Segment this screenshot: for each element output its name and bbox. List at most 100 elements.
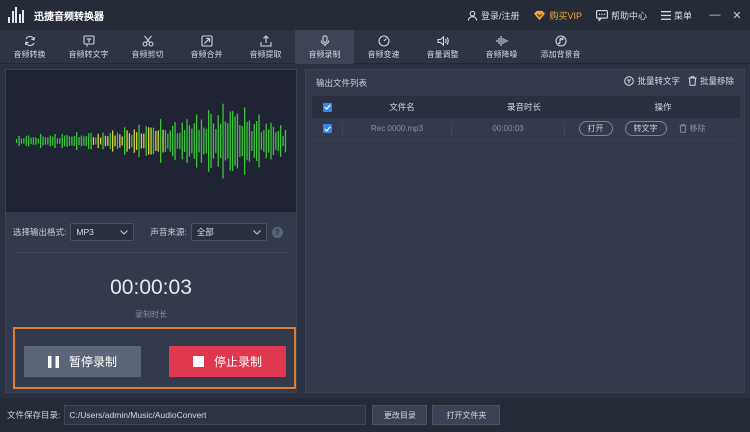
tool-audio-merge[interactable]: 音频合并 — [177, 30, 236, 64]
waveform-bar — [133, 129, 135, 153]
waveform-bar — [56, 138, 59, 144]
waveform-bar — [49, 135, 51, 147]
tool-volume-adjust[interactable]: 音量调整 — [413, 30, 472, 64]
tool-audio-extract[interactable]: 音频提取 — [236, 30, 295, 64]
waveform-bar — [244, 107, 246, 175]
tool-audio-cut[interactable]: 音频剪切 — [118, 30, 177, 64]
menu-label: 菜单 — [673, 10, 692, 21]
waveform-bar — [282, 135, 284, 146]
waveform-bar — [32, 137, 35, 145]
format-select[interactable]: MP3 — [70, 223, 135, 241]
source-value: 全部 — [196, 227, 214, 237]
pause-recording-button[interactable]: 暂停录制 — [24, 346, 141, 377]
save-directory-label: 文件保存目录: — [7, 410, 61, 420]
trash-icon — [688, 76, 697, 86]
login-link[interactable]: 登录/注册 — [467, 9, 520, 22]
waveform-bar — [112, 130, 114, 152]
footer-bar: 文件保存目录: C:/Users/admin/Music/AudioConver… — [0, 398, 750, 432]
vip-diamond-icon — [534, 10, 546, 20]
waveform-bar — [126, 130, 128, 152]
check-icon — [323, 125, 331, 132]
tool-audio-record[interactable]: 音频录制 — [295, 30, 354, 64]
waveform-bar — [200, 119, 203, 163]
tool-audio-denoise[interactable]: 音频降噪 — [472, 30, 531, 64]
buy-vip-link[interactable]: 购买VIP — [533, 9, 582, 22]
menu-link[interactable]: 菜单 — [660, 9, 692, 22]
tool-audio-convert[interactable]: 音频转换 — [0, 30, 59, 64]
column-operations: 操作 — [654, 102, 672, 112]
waveform-bar — [208, 110, 210, 172]
waveform-bar — [160, 119, 162, 163]
waveform-bar — [234, 116, 236, 166]
row-checkbox[interactable] — [322, 124, 332, 133]
to-text-button[interactable]: 转文字 — [624, 121, 667, 136]
vip-label: 购买VIP — [549, 10, 582, 21]
waveform-display — [6, 70, 296, 212]
help-center-link[interactable]: 帮助中心 — [596, 9, 647, 22]
waveform-bar — [18, 136, 20, 146]
waveform-bar — [164, 130, 167, 152]
waveform-bar — [184, 130, 186, 152]
waveform-bar — [119, 134, 121, 148]
waveform-bar — [172, 125, 174, 157]
waveform-bar — [217, 115, 219, 167]
waveform-bar — [239, 125, 241, 157]
waveform-bar — [107, 136, 109, 146]
waveform-bar — [97, 133, 99, 149]
tool-audio-speed[interactable]: 音频变速 — [354, 30, 413, 64]
batch-remove-button[interactable]: 批量移除 — [688, 75, 734, 87]
close-button[interactable]: ✕ — [728, 9, 746, 22]
waveform-bar — [30, 137, 32, 145]
speed-icon — [377, 34, 390, 47]
waveform-bar — [140, 133, 143, 149]
waveform-bar — [198, 129, 200, 153]
waveform-bar — [20, 138, 23, 144]
recorder-panel: 选择输出格式: MP3 声音来源: 全部 ? 00:00:03 录制时长 暂停录… — [5, 69, 297, 393]
help-icon[interactable]: ? — [271, 226, 283, 238]
waveform-bar — [241, 126, 243, 156]
minimize-button[interactable]: — — [706, 9, 724, 21]
waveform-bar — [222, 103, 224, 179]
waveform-bar — [145, 126, 147, 156]
music-icon — [554, 34, 567, 47]
file-name: Rec 0000.mp3 — [370, 124, 424, 133]
waveform-bar — [136, 132, 138, 150]
waveform-bar — [169, 130, 171, 152]
stop-icon — [192, 356, 204, 367]
waveform-bar — [131, 134, 133, 148]
tool-add-background-music[interactable]: 添加背景音 — [531, 30, 590, 64]
batch-to-text-button[interactable]: 批量转文字 — [624, 75, 680, 87]
remove-file-button[interactable]: 移除 — [678, 123, 706, 134]
stop-recording-button[interactable]: 停止录制 — [169, 346, 286, 377]
change-directory-button[interactable]: 更改目录 — [372, 405, 428, 425]
hamburger-icon — [660, 10, 671, 20]
waveform-bar — [196, 114, 198, 168]
waveform-bar — [128, 133, 131, 149]
tool-audio-to-text[interactable]: 音频转文字 — [59, 30, 118, 64]
chat-icon — [596, 9, 608, 21]
waveform-bar — [40, 134, 42, 148]
waveform-bar — [78, 137, 80, 145]
waveform-bar — [157, 130, 159, 152]
help-label: 帮助中心 — [610, 10, 647, 21]
save-directory-input[interactable]: C:/Users/admin/Music/AudioConvert — [64, 405, 367, 425]
waveform-bar — [71, 136, 73, 146]
recording-timer-label: 录制时长 — [135, 310, 167, 319]
volume-icon — [436, 35, 449, 46]
waveform-bar — [83, 136, 85, 146]
waveform-bar — [66, 135, 68, 147]
column-duration: 录音时长 — [506, 102, 541, 112]
convert-text-icon — [624, 76, 635, 86]
waveform-bar — [174, 121, 176, 161]
table-row: Rec 0000.mp3 00:00:03 打开 转文字 移除 — [312, 118, 740, 140]
open-folder-button[interactable]: 打开文件夹 — [432, 405, 501, 425]
open-file-button[interactable]: 打开 — [578, 121, 613, 136]
select-all-checkbox[interactable] — [322, 102, 332, 112]
waveform-bar — [76, 132, 78, 150]
waveform-bar — [181, 122, 183, 160]
stop-recording-label: 停止录制 — [213, 355, 262, 369]
source-select[interactable]: 全部 — [190, 223, 267, 241]
divider — [14, 252, 288, 253]
login-label: 登录/注册 — [480, 10, 520, 21]
waveform-bar — [246, 121, 248, 161]
